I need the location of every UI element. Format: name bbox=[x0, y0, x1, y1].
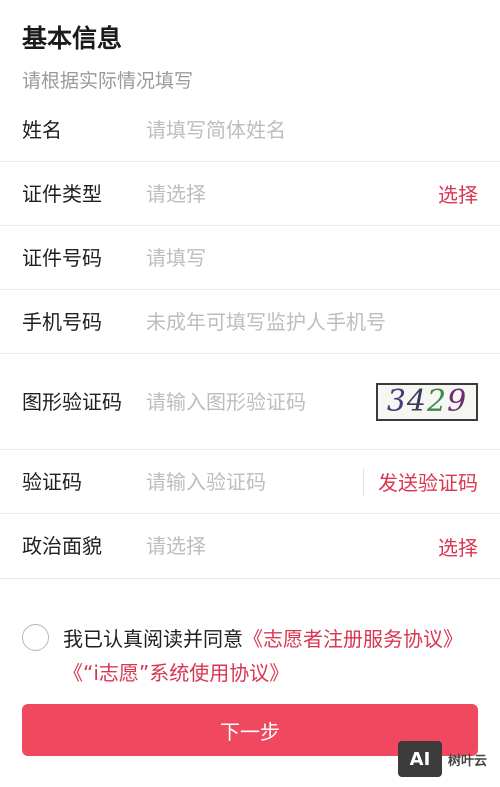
sms-code-input[interactable] bbox=[146, 461, 363, 502]
political-label: 政治面貌 bbox=[22, 534, 102, 558]
basic-info-form: 姓名 证件类型 选择 证件号码 手机号码 图形验证码 3 4 2 9 验证码 发… bbox=[0, 98, 500, 578]
send-code-wrap: 发送验证码 bbox=[363, 467, 478, 496]
captcha-char: 9 bbox=[447, 384, 468, 419]
section-divider bbox=[0, 578, 500, 592]
name-label: 姓名 bbox=[22, 117, 62, 142]
captcha-row: 图形验证码 3 4 2 9 bbox=[0, 354, 500, 450]
captcha-label: 图形验证码 bbox=[22, 389, 122, 414]
political-input[interactable] bbox=[146, 526, 438, 566]
watermark: AI 树叶云 bbox=[398, 741, 487, 777]
page-header: 基本信息 请根据实际情况填写 bbox=[0, 0, 500, 94]
id-type-select-button[interactable]: 选择 bbox=[438, 179, 478, 208]
watermark-text: 树叶云 bbox=[448, 753, 488, 769]
agreement-row: 我已认真阅读并同意《志愿者注册服务协议》《“i志愿”系统使用协议》 bbox=[0, 592, 500, 690]
agreement-checkbox[interactable] bbox=[22, 624, 49, 651]
id-number-input[interactable] bbox=[146, 237, 478, 278]
service-agreement-link[interactable]: 《志愿者注册服务协议》 bbox=[243, 627, 463, 651]
captcha-char: 2 bbox=[427, 384, 448, 419]
id-type-input[interactable] bbox=[146, 173, 438, 214]
send-code-button[interactable]: 发送验证码 bbox=[378, 467, 478, 496]
political-select-button[interactable]: 选择 bbox=[438, 532, 478, 561]
sms-code-row: 验证码 发送验证码 bbox=[0, 450, 500, 514]
phone-label: 手机号码 bbox=[22, 309, 102, 334]
phone-row: 手机号码 bbox=[0, 290, 500, 354]
captcha-char: 4 bbox=[406, 384, 427, 419]
page-title: 基本信息 bbox=[22, 24, 123, 53]
agreement-prefix: 我已认真阅读并同意 bbox=[63, 627, 243, 651]
id-number-label: 证件号码 bbox=[22, 245, 102, 270]
id-type-row[interactable]: 证件类型 选择 bbox=[0, 162, 500, 226]
captcha-char: 3 bbox=[386, 384, 407, 419]
page-subtitle: 请根据实际情况填写 bbox=[22, 70, 194, 92]
id-number-row: 证件号码 bbox=[0, 226, 500, 290]
political-row[interactable]: 政治面貌 选择 bbox=[0, 514, 500, 578]
system-agreement-link[interactable]: 《“i志愿”系统使用协议》 bbox=[63, 661, 289, 685]
captcha-input[interactable] bbox=[146, 381, 376, 422]
divider bbox=[363, 467, 364, 496]
name-input[interactable] bbox=[146, 109, 478, 150]
phone-input[interactable] bbox=[146, 301, 478, 342]
agreement-text: 我已认真阅读并同意《志愿者注册服务协议》《“i志愿”系统使用协议》 bbox=[63, 622, 478, 690]
watermark-logo: AI bbox=[398, 741, 442, 777]
id-type-label: 证件类型 bbox=[22, 181, 102, 206]
sms-code-label: 验证码 bbox=[22, 469, 82, 494]
name-row: 姓名 bbox=[0, 98, 500, 162]
captcha-image[interactable]: 3 4 2 9 bbox=[376, 382, 478, 421]
